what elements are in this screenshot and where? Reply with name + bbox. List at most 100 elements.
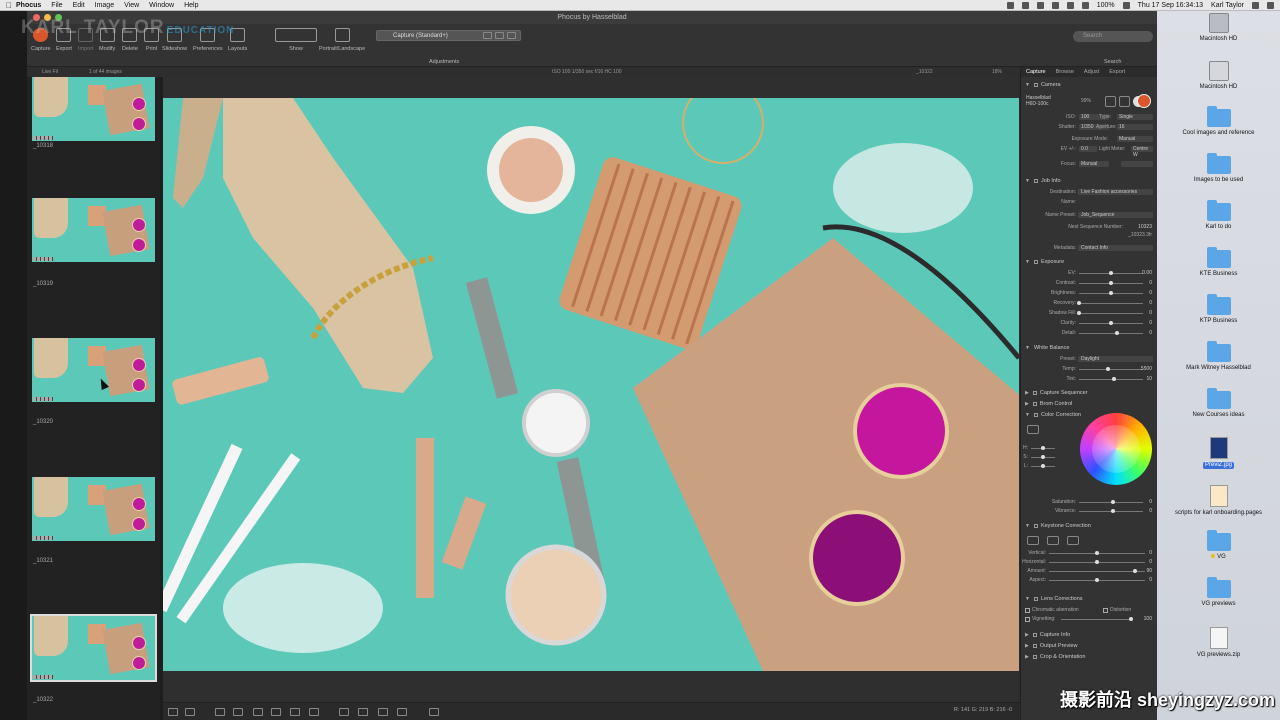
saturation-value[interactable]: 0 xyxy=(1149,499,1152,505)
section-crop-orientation[interactable]: ▶ Crop & Orientation xyxy=(1021,652,1158,661)
exposure-mode-select[interactable]: Manual xyxy=(1117,136,1153,142)
brush-icon[interactable] xyxy=(253,708,263,716)
slider-value[interactable]: 0 xyxy=(1149,320,1152,326)
view-mode-icon[interactable] xyxy=(185,708,195,716)
section-camera[interactable]: ▼ Camera xyxy=(1021,80,1158,89)
keystone-slider[interactable]: Amount: 90 xyxy=(1021,568,1158,576)
overlay-icon[interactable] xyxy=(397,708,407,716)
distortion-checkbox[interactable] xyxy=(1103,608,1108,613)
exposure-slider[interactable]: Contrast: 0 xyxy=(1021,280,1158,288)
battery-status[interactable]: 100% xyxy=(1097,2,1115,9)
status-icon[interactable] xyxy=(1036,1,1044,9)
desktop-item[interactable]: New Courses ideas xyxy=(1157,388,1280,419)
section-keystone[interactable]: ▼ Keystone Correction xyxy=(1021,521,1158,530)
slider-value[interactable]: 0 xyxy=(1149,280,1152,286)
section-color-correction[interactable]: ▼ Color Correction xyxy=(1021,410,1158,419)
desktop-item[interactable]: VG previews.zip xyxy=(1157,627,1280,659)
slider-knob[interactable] xyxy=(1041,464,1045,468)
grid-icon[interactable] xyxy=(378,708,388,716)
tint-value[interactable]: 10 xyxy=(1146,376,1152,382)
slider-knob[interactable] xyxy=(1095,578,1099,582)
vignetting-slider[interactable]: Vignetting: 100 xyxy=(1021,616,1158,624)
menu-file[interactable]: File xyxy=(51,2,62,9)
wifi-icon[interactable] xyxy=(1051,1,1059,9)
chromatic-checkbox[interactable] xyxy=(1025,608,1030,613)
slider-knob[interactable] xyxy=(1095,560,1099,564)
exposure-slider[interactable]: Shadow Fill: 0 xyxy=(1021,310,1158,318)
color-wheel[interactable] xyxy=(1080,413,1152,485)
slider-knob[interactable] xyxy=(1041,455,1045,459)
exposure-slider[interactable]: Clarity: 0 xyxy=(1021,320,1158,328)
vibrance-value[interactable]: 0 xyxy=(1149,508,1152,514)
play-icon[interactable] xyxy=(429,708,439,716)
status-icon[interactable] xyxy=(1006,1,1014,9)
wb-preset-select[interactable]: Daylight xyxy=(1078,356,1153,362)
battery-icon[interactable] xyxy=(1122,1,1130,9)
desktop-item[interactable]: scripts for karl onboarding.pages xyxy=(1157,485,1280,517)
light-meter-select[interactable]: Centre W xyxy=(1131,146,1153,158)
desktop-item[interactable]: Karl to do xyxy=(1157,200,1280,231)
straighten-icon[interactable] xyxy=(233,708,243,716)
slider-knob[interactable] xyxy=(1129,617,1133,621)
desktop-item[interactable]: Macintosh HD xyxy=(1157,61,1280,91)
menu-view[interactable]: View xyxy=(124,2,139,9)
paste-icon[interactable] xyxy=(507,32,516,39)
keystone-slider[interactable]: Aspect: 0 xyxy=(1021,577,1158,585)
section-job-info[interactable]: ▼ Job Info xyxy=(1021,176,1158,185)
settings-button[interactable] xyxy=(1119,96,1130,107)
thumbnail[interactable] xyxy=(32,338,155,402)
menu-icon[interactable] xyxy=(1267,1,1274,9)
reset-icon[interactable] xyxy=(483,32,492,39)
slider-knob[interactable] xyxy=(1133,569,1138,573)
zoom-level[interactable]: 18% xyxy=(992,67,1002,77)
slider-value[interactable]: 0 xyxy=(1149,330,1152,336)
tab-browse[interactable]: Browse xyxy=(1051,69,1079,75)
desktop-item[interactable]: Images to be used xyxy=(1157,153,1280,184)
keystone-slider[interactable]: Vertical: 0 xyxy=(1021,550,1158,558)
tint-slider[interactable]: Tint: 10 xyxy=(1021,376,1158,384)
section-brom-control[interactable]: ▶ Brom Control xyxy=(1021,399,1158,408)
keystone-vertical-icon[interactable] xyxy=(1027,536,1039,545)
main-photo[interactable] xyxy=(163,98,1019,671)
capture-shutter-button[interactable] xyxy=(1137,94,1151,108)
slider-knob[interactable] xyxy=(1095,551,1099,555)
thumbnail-selected[interactable] xyxy=(30,614,157,682)
eyedropper-icon[interactable] xyxy=(1027,425,1039,434)
slider-knob[interactable] xyxy=(1105,367,1110,371)
slider-track[interactable] xyxy=(1049,571,1145,572)
desktop-item[interactable]: Cool images and reference xyxy=(1157,106,1280,137)
slider-track[interactable] xyxy=(1079,379,1143,380)
slider-knob[interactable] xyxy=(1109,281,1113,285)
slider-knob[interactable] xyxy=(1109,271,1113,275)
saturation-slider[interactable]: Saturation: 0 xyxy=(1021,499,1158,507)
slider-value[interactable]: 0 xyxy=(1149,577,1152,583)
menu-edit[interactable]: Edit xyxy=(73,2,85,9)
menu-help[interactable]: Help xyxy=(184,2,198,9)
name-preset-select[interactable]: Job_Sequence xyxy=(1078,212,1153,218)
search-icon[interactable] xyxy=(1252,1,1259,9)
slider-value[interactable]: 90 xyxy=(1146,568,1152,574)
exposure-slider[interactable]: Detail: 0 xyxy=(1021,330,1158,338)
desktop-item[interactable]: Macintosh HD xyxy=(1157,13,1280,43)
slider-knob[interactable] xyxy=(1109,321,1113,325)
aperture-select[interactable]: 16 xyxy=(1117,124,1153,130)
slider-knob[interactable] xyxy=(1109,291,1113,295)
status-icon[interactable] xyxy=(1021,1,1029,9)
clock[interactable]: Thu 17 Sep 16:34:13 xyxy=(1138,2,1203,9)
image-viewer[interactable] xyxy=(163,77,1019,702)
slider-knob[interactable] xyxy=(1111,500,1115,504)
slider-value[interactable]: 0.00 xyxy=(1142,270,1152,276)
thumbnail[interactable] xyxy=(32,77,155,141)
section-lens-corrections[interactable]: ▼ Lens Corrections xyxy=(1021,594,1158,603)
focus-adjust[interactable] xyxy=(1121,161,1153,167)
desktop-item[interactable]: Mark Witney Hasselblad xyxy=(1157,341,1280,372)
portrait-landscape-button[interactable]: Portrait/Landscape xyxy=(319,28,365,52)
slider-knob[interactable] xyxy=(1077,311,1081,315)
list-icon[interactable] xyxy=(309,708,319,716)
temp-slider[interactable]: Temp: 5500 xyxy=(1021,366,1158,374)
live-filter[interactable]: Live Fil xyxy=(42,67,58,77)
slider-value[interactable]: 0 xyxy=(1149,300,1152,306)
desktop-item[interactable]: VG previews xyxy=(1157,577,1280,608)
crop-icon[interactable] xyxy=(215,708,225,716)
volume-icon[interactable] xyxy=(1066,1,1074,9)
